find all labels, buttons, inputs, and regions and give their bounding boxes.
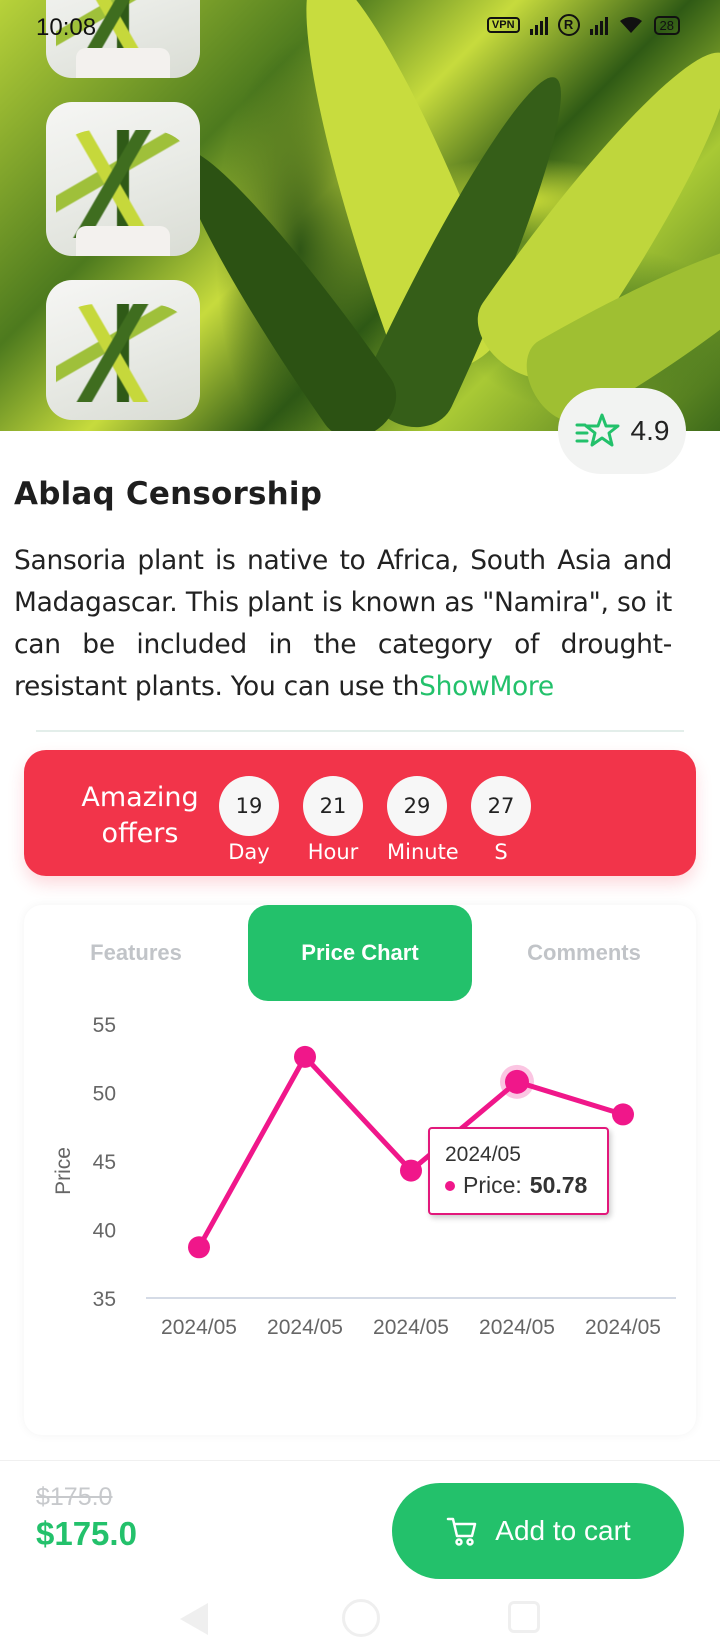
y-tick-label: 40: [93, 1220, 116, 1243]
product-title: Ablaq Censorship: [14, 476, 323, 512]
y-tick-label: 45: [93, 1151, 116, 1174]
system-nav-bar: [0, 1591, 720, 1650]
battery-icon: 28: [653, 15, 680, 35]
status-time: 10:08: [36, 14, 97, 41]
tab-features[interactable]: Features: [24, 905, 248, 1001]
description-text: Sansoria plant is native to Africa, Sout…: [14, 545, 672, 702]
chart-tooltip: 2024/05 Price: 50.78: [428, 1127, 609, 1215]
timer-value: 19: [219, 776, 279, 836]
y-tick-label: 35: [93, 1288, 116, 1311]
offers-label: Amazing offers: [81, 782, 199, 849]
y-tick-label: 50: [93, 1083, 116, 1106]
add-to-cart-label: Add to cart: [495, 1515, 631, 1546]
vpn-icon: VPN: [486, 17, 520, 33]
tooltip-label: Price:: [463, 1172, 522, 1198]
timer-unit: S: [494, 840, 508, 864]
rating-badge: 4.9: [558, 388, 686, 474]
product-screen: 10:08 VPN R 28 4.9 Ablaq Censorship Sans…: [0, 0, 720, 1650]
product-hero-image[interactable]: 10:08 VPN R 28: [0, 0, 720, 431]
add-to-cart-button[interactable]: Add to cart: [392, 1483, 684, 1579]
y-tick-label: 55: [93, 1014, 116, 1037]
data-point: [188, 1236, 210, 1259]
amazing-offers-banner: Amazing offers 19 Day 21 Hour 29 Minute …: [24, 750, 696, 876]
x-tick-label: 2024/05: [267, 1316, 343, 1339]
timer-unit: Day: [228, 840, 270, 864]
series-dot-icon: [445, 1180, 455, 1191]
timer-day: 19 Day: [219, 776, 279, 864]
nav-back-icon[interactable]: [180, 1603, 208, 1635]
timer-unit: Minute: [387, 840, 459, 864]
x-tick-label: 2024/05: [585, 1316, 661, 1339]
thumbnail-2[interactable]: [46, 102, 200, 256]
show-more-link[interactable]: ShowMore: [419, 671, 554, 702]
data-point: [612, 1103, 634, 1126]
current-price: $175.0: [36, 1515, 137, 1552]
timer-minute: 29 Minute: [387, 776, 459, 864]
signal-icon: [529, 15, 548, 35]
timer-hour: 21 Hour: [303, 776, 363, 864]
x-tick-label: 2024/05: [373, 1316, 449, 1339]
nav-home-icon[interactable]: [342, 1599, 380, 1637]
data-point: [400, 1159, 422, 1182]
old-price: $175.0: [36, 1483, 113, 1511]
divider: [36, 730, 684, 732]
registered-icon: R: [557, 14, 580, 36]
tab-comments[interactable]: Comments: [472, 905, 696, 1001]
rating-value: 4.9: [630, 415, 670, 446]
timer-unit: Hour: [307, 840, 359, 864]
tooltip-value: 50.78: [529, 1172, 588, 1198]
product-description: Sansoria plant is native to Africa, Sout…: [14, 540, 672, 708]
x-tick-label: 2024/05: [479, 1316, 555, 1339]
status-bar: 10:08 VPN R 28: [0, 12, 720, 42]
wifi-icon: [619, 17, 642, 33]
data-point: [505, 1069, 529, 1094]
thumbnail-3[interactable]: [46, 280, 200, 420]
price-chart[interactable]: 3540455055Price2024/05 2024/05 2024/05 2024…: [0, 1000, 720, 1420]
data-point: [294, 1045, 316, 1068]
x-tick-label: 2024/05: [161, 1316, 237, 1339]
timer-value: 29: [387, 776, 447, 836]
star-icon: [575, 413, 620, 447]
timer-second: 27 S: [471, 776, 531, 864]
signal-2-icon: [589, 15, 608, 35]
nav-recents-icon[interactable]: [508, 1601, 540, 1633]
timer-value: 21: [303, 776, 363, 836]
timer-value: 27: [471, 776, 531, 836]
bottom-bar: $175.0 $175.0 Add to cart: [0, 1460, 720, 1650]
tooltip-date: 2024/05: [445, 1143, 521, 1166]
cart-icon: [447, 1517, 477, 1546]
tab-price-chart[interactable]: Price Chart: [248, 905, 472, 1001]
y-axis-label: Price: [52, 1147, 75, 1195]
